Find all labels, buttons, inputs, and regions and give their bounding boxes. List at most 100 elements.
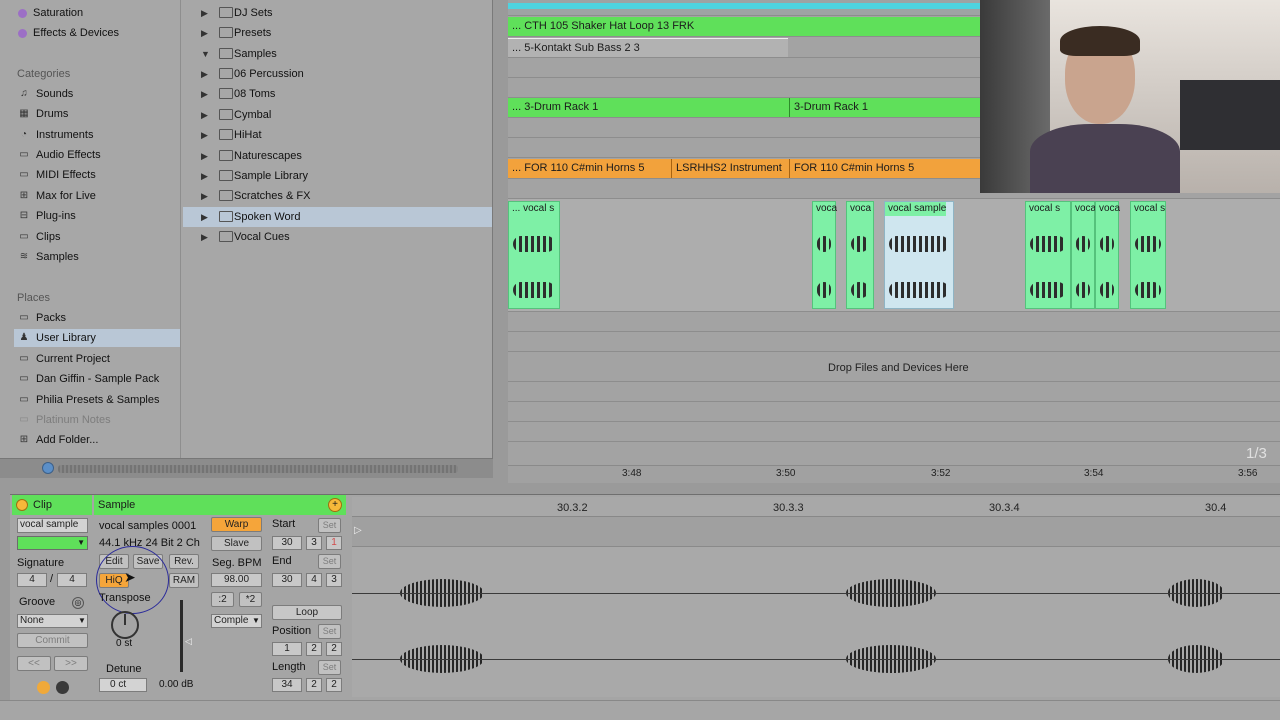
audio-clip[interactable]: vocal s bbox=[1025, 201, 1071, 309]
clip-drum-rack[interactable]: 3-Drum Rack 1 bbox=[789, 98, 980, 117]
length-bar-field[interactable]: 34 bbox=[272, 678, 302, 692]
folder-cymbal[interactable]: ▶ Cymbal bbox=[183, 105, 492, 125]
end-sixteenth-field[interactable]: 3 bbox=[326, 573, 342, 587]
start-marker-icon[interactable]: ▷ bbox=[354, 525, 362, 536]
clip[interactable] bbox=[508, 3, 980, 9]
position-sixteenth-field[interactable]: 2 bbox=[326, 642, 342, 656]
half-tempo-button[interactable]: :2 bbox=[211, 592, 234, 607]
expand-icon[interactable]: ▶ bbox=[201, 23, 208, 43]
sidebar-item-philia[interactable]: ▭ Philia Presets & Samples bbox=[18, 391, 159, 409]
position-set-button[interactable]: Set bbox=[318, 624, 341, 639]
sidebar-item-saturation[interactable]: Saturation bbox=[18, 4, 83, 22]
expand-icon[interactable]: ▶ bbox=[201, 166, 208, 186]
detune-field[interactable]: 0 ct bbox=[99, 678, 147, 692]
sidebar-item-samples[interactable]: ≋ Samples bbox=[18, 248, 79, 266]
length-beat-field[interactable]: 2 bbox=[306, 678, 322, 692]
folder-dj-sets[interactable]: ▶ DJ Sets bbox=[183, 3, 492, 23]
launch-icon[interactable] bbox=[37, 681, 50, 694]
warp-button[interactable]: Warp bbox=[211, 517, 262, 532]
sidebar-item-audio-effects[interactable]: ▭ Audio Effects bbox=[18, 146, 100, 164]
add-icon[interactable]: + bbox=[328, 498, 342, 512]
audio-clip[interactable]: voca bbox=[1095, 201, 1120, 309]
expand-icon[interactable]: ▶ bbox=[201, 84, 208, 104]
folder-sample-library[interactable]: ▶ Sample Library bbox=[183, 166, 492, 186]
sidebar-item-midi-effects[interactable]: ▭ MIDI Effects bbox=[18, 166, 95, 184]
audio-clip[interactable]: voca bbox=[846, 201, 874, 309]
folder-scratches-fx[interactable]: ▶ Scratches & FX bbox=[183, 186, 492, 206]
clip-name-field[interactable]: vocal sample bbox=[17, 518, 88, 533]
folder-06-percussion[interactable]: ▶ 06 Percussion bbox=[183, 64, 492, 84]
arrangement-ruler[interactable]: 3:48 3:50 3:52 3:54 3:56 bbox=[508, 465, 1280, 483]
clip-color-picker[interactable]: ▼ bbox=[17, 536, 88, 550]
gain-thumb-icon[interactable]: ◁ bbox=[185, 636, 192, 647]
folder-hihat[interactable]: ▶ HiHat bbox=[183, 125, 492, 145]
sidebar-item-user-library[interactable]: ♟ User Library bbox=[14, 329, 180, 347]
commit-button[interactable]: Commit bbox=[17, 633, 88, 648]
audio-clip[interactable]: vocal s bbox=[1130, 201, 1166, 309]
transpose-knob[interactable] bbox=[111, 611, 139, 639]
nudge-back-button[interactable]: << bbox=[17, 656, 51, 671]
position-bar-field[interactable]: 1 bbox=[272, 642, 302, 656]
expand-icon[interactable]: ▶ bbox=[201, 186, 208, 206]
folder-samples[interactable]: ▼ Samples bbox=[183, 44, 492, 64]
sidebar-item-max-for-live[interactable]: ⊞ Max for Live bbox=[18, 187, 96, 205]
start-set-button[interactable]: Set bbox=[318, 518, 341, 533]
end-set-button[interactable]: Set bbox=[318, 554, 341, 569]
slave-button[interactable]: Slave bbox=[211, 536, 262, 551]
double-tempo-button[interactable]: *2 bbox=[239, 592, 262, 607]
envelope-icon[interactable] bbox=[56, 681, 69, 694]
sidebar-item-instruments[interactable]: ◔ Instruments bbox=[18, 126, 94, 144]
folder-naturescapes[interactable]: ▶ Naturescapes bbox=[183, 146, 492, 166]
gain-slider[interactable] bbox=[180, 600, 183, 672]
sidebar-item-current-project[interactable]: ▭ Current Project bbox=[18, 350, 110, 368]
loop-button[interactable]: Loop bbox=[272, 605, 342, 620]
start-beat-field[interactable]: 3 bbox=[306, 536, 322, 550]
end-beat-field[interactable]: 4 bbox=[306, 573, 322, 587]
nudge-forward-button[interactable]: >> bbox=[54, 656, 88, 671]
sidebar-item-platinum-notes[interactable]: ▭ Platinum Notes bbox=[18, 411, 110, 429]
sidebar-item-dan-giffin[interactable]: ▭ Dan Giffin - Sample Pack bbox=[18, 370, 159, 388]
drop-zone[interactable]: Drop Files and Devices Here bbox=[508, 352, 1280, 382]
expand-icon[interactable]: ▶ bbox=[201, 3, 208, 23]
clip-sub-bass[interactable]: ... 5-Kontakt Sub Bass 2 3 bbox=[508, 38, 788, 57]
sidebar-item-sounds[interactable]: ♫ Sounds bbox=[18, 85, 73, 103]
sample-waveform-display[interactable] bbox=[352, 547, 1280, 697]
sample-timeline[interactable]: 30.3.2 30.3.3 30.3.4 30.4 bbox=[352, 497, 1280, 517]
headphones-icon[interactable] bbox=[42, 462, 54, 474]
clip-horns[interactable]: ... FOR 110 C#min Horns 5 bbox=[508, 159, 671, 178]
expand-icon[interactable]: ▶ bbox=[201, 64, 208, 84]
sidebar-item-plugins[interactable]: ⊟ Plug-ins bbox=[18, 207, 76, 225]
sidebar-item-effects-devices[interactable]: Effects & Devices bbox=[18, 24, 119, 42]
start-bar-field[interactable]: 30 bbox=[272, 536, 302, 550]
expand-icon[interactable]: ▶ bbox=[201, 207, 208, 227]
clip-activator-icon[interactable] bbox=[16, 499, 28, 511]
position-beat-field[interactable]: 2 bbox=[306, 642, 322, 656]
add-folder-button[interactable]: ⊞ Add Folder... bbox=[18, 431, 99, 449]
warp-marker-lane[interactable]: ▷ bbox=[352, 517, 1280, 547]
collapse-icon[interactable]: ▼ bbox=[201, 44, 210, 64]
length-sixteenth-field[interactable]: 2 bbox=[326, 678, 342, 692]
clip-horns[interactable]: FOR 110 C#min Horns 5 bbox=[789, 159, 980, 178]
audio-clip[interactable]: voca bbox=[1071, 201, 1096, 309]
folder-presets[interactable]: ▶ Presets bbox=[183, 23, 492, 43]
seg-bpm-field[interactable]: 98.00 bbox=[211, 573, 262, 587]
expand-icon[interactable]: ▶ bbox=[201, 146, 208, 166]
expand-icon[interactable]: ▶ bbox=[201, 125, 208, 145]
audio-clip-selected[interactable]: vocal sample bbox=[884, 201, 954, 309]
sidebar-item-drums[interactable]: ▦ Drums bbox=[18, 105, 68, 123]
clip-shaker[interactable]: ... CTH 105 Shaker Hat Loop 13 FRK bbox=[508, 17, 980, 36]
signature-denominator[interactable]: 4 bbox=[57, 573, 87, 587]
signature-numerator[interactable]: 4 bbox=[17, 573, 47, 587]
expand-icon[interactable]: ▶ bbox=[201, 227, 208, 247]
reverse-button[interactable]: Rev. bbox=[169, 554, 199, 569]
folder-08-toms[interactable]: ▶ 08 Toms bbox=[183, 84, 492, 104]
groove-pool-icon[interactable]: ◎ bbox=[72, 597, 84, 609]
clip-drum-rack[interactable]: ... 3-Drum Rack 1 bbox=[508, 98, 789, 117]
clip-lsrhhs[interactable]: LSRHHS2 Instrument bbox=[671, 159, 789, 178]
expand-icon[interactable]: ▶ bbox=[201, 105, 208, 125]
folder-spoken-word[interactable]: ▶ Spoken Word bbox=[183, 207, 492, 227]
start-sixteenth-field[interactable]: 1 bbox=[326, 536, 342, 550]
end-bar-field[interactable]: 30 bbox=[272, 573, 302, 587]
audio-clip[interactable]: ... vocal s bbox=[508, 201, 560, 309]
length-set-button[interactable]: Set bbox=[318, 660, 341, 675]
